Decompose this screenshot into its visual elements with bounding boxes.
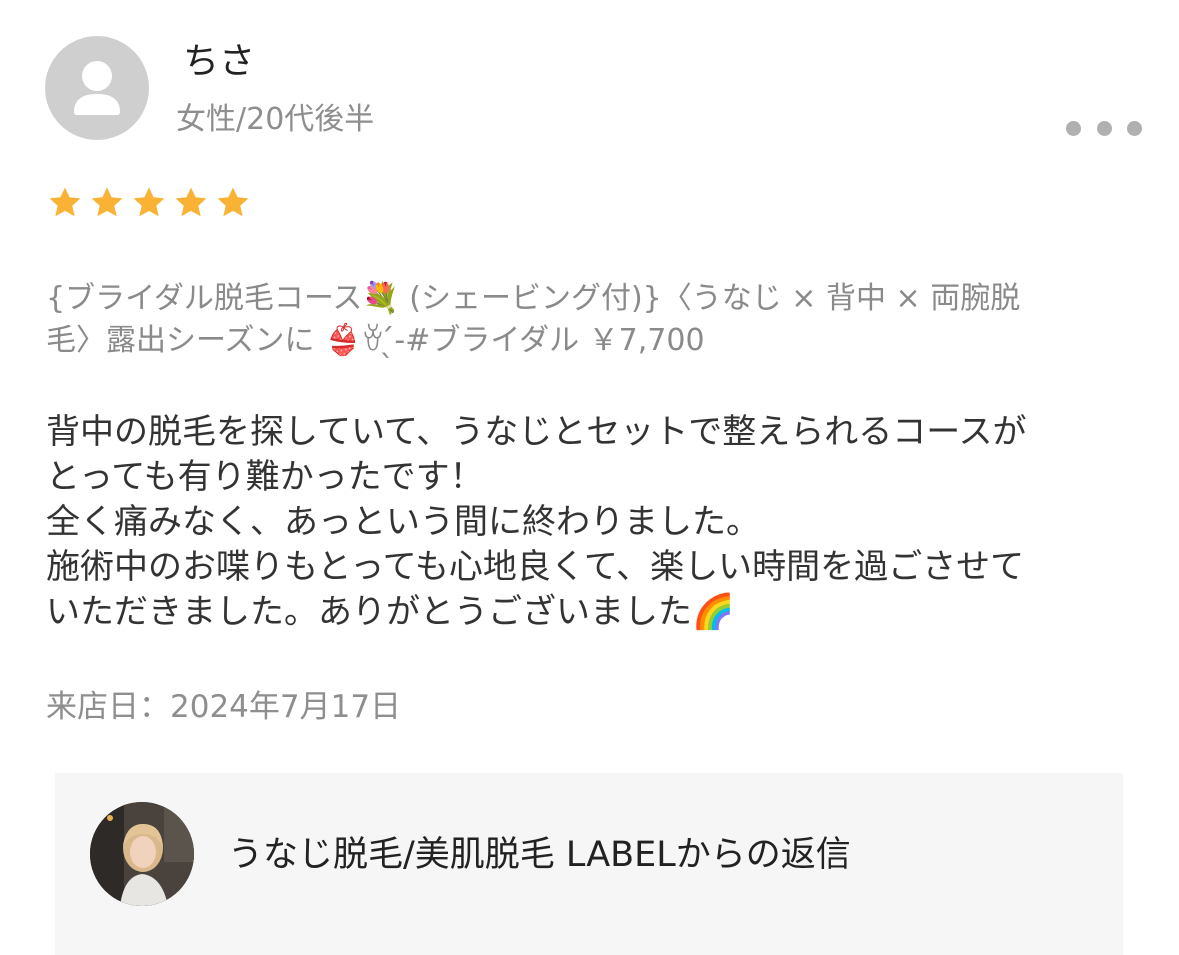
reviewer-meta: 女性/20代後半 xyxy=(176,102,375,137)
star-icon xyxy=(133,187,165,217)
star-icon xyxy=(91,187,123,217)
shop-avatar xyxy=(90,802,194,906)
review-body-text: 背中の脱毛を探していて、うなじとセットで整えられるコースが とっても有り難かった… xyxy=(46,412,1027,632)
user-avatar-icon[interactable] xyxy=(45,36,149,140)
reply-title: うなじ脱毛/美肌脱毛 LABELからの返信 xyxy=(228,835,851,875)
reviewer-name: ちさ xyxy=(183,41,256,82)
shop-reply-section[interactable]: うなじ脱毛/美肌脱毛 LABELからの返信 xyxy=(55,773,1123,955)
star-icon xyxy=(49,187,81,217)
dot xyxy=(1127,120,1142,136)
review-card: ちさ 女性/20代後半 {ブライダル脱毛コース💐 (シェービング付)}〈うなじ … xyxy=(0,0,1179,955)
star-icon xyxy=(175,187,207,217)
course-menu-link[interactable]: {ブライダル脱毛コース💐 (シェービング付)}〈うなじ × 背中 × 両腕脱 毛… xyxy=(46,278,1116,362)
visit-date: 来店日：2024年7月17日 xyxy=(46,689,402,725)
more-options-icon[interactable] xyxy=(1066,114,1142,142)
star-icon xyxy=(217,187,249,217)
dot xyxy=(1066,120,1081,136)
star-rating xyxy=(46,184,252,224)
dot xyxy=(1096,120,1112,136)
